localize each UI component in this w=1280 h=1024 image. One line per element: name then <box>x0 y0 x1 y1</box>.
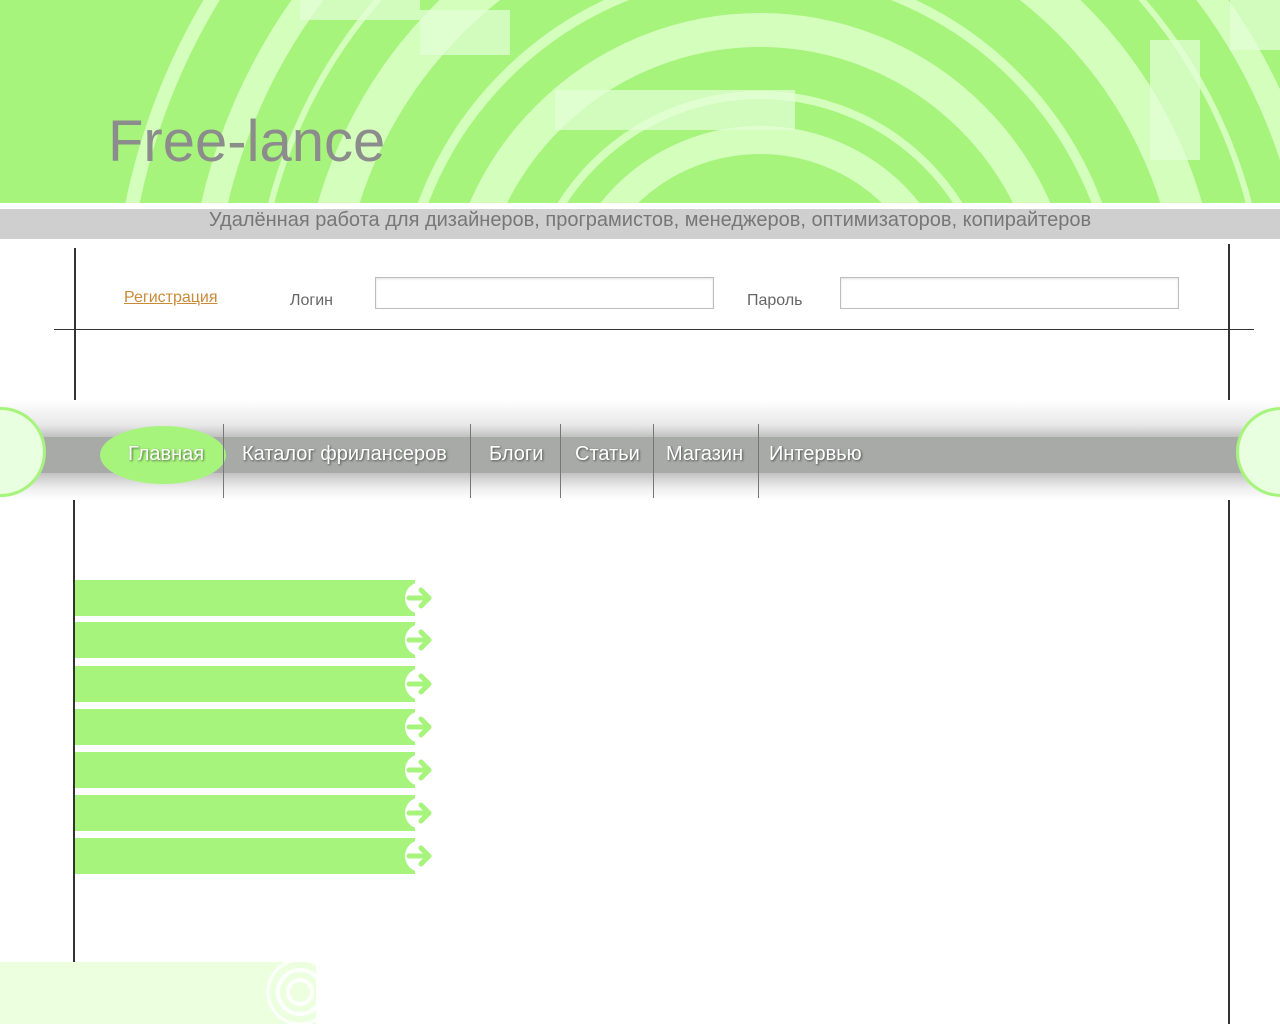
password-input[interactable] <box>840 277 1179 309</box>
frame-line-left-top <box>74 248 76 400</box>
footer-decoration <box>266 962 316 1024</box>
tagline: Удалённая работа для дизайнеров, програм… <box>208 209 1092 231</box>
nav-separator <box>470 424 471 498</box>
footer-block <box>0 962 316 1024</box>
arrow-right-icon[interactable] <box>404 753 438 787</box>
login-input[interactable] <box>375 277 714 309</box>
register-link[interactable]: Регистрация <box>124 289 218 307</box>
nav-item-shop[interactable]: Магазин <box>666 440 743 468</box>
side-menu-item-2[interactable] <box>75 622 415 658</box>
side-menu-item-6[interactable] <box>75 795 415 831</box>
nav-separator <box>223 424 224 498</box>
nav-item-blogs[interactable]: Блоги <box>489 440 543 468</box>
arrow-right-icon[interactable] <box>404 623 438 657</box>
frame-line-horizontal <box>54 329 1254 330</box>
arrow-right-icon[interactable] <box>404 710 438 744</box>
nav-item-articles[interactable]: Статьи <box>575 440 640 468</box>
side-menu-item-4[interactable] <box>75 709 415 745</box>
frame-line-right-bottom <box>1228 486 1230 1024</box>
nav-item-home[interactable]: Главная <box>128 440 204 468</box>
nav-item-interviews[interactable]: Интервью <box>769 440 862 468</box>
frame-line-right-top <box>1228 244 1230 402</box>
arrow-right-icon[interactable] <box>404 667 438 701</box>
header-banner: Free-lance <box>0 0 1280 205</box>
site-title[interactable]: Free-lance <box>108 108 385 175</box>
nav-separator <box>560 424 561 498</box>
password-label: Пароль <box>747 292 803 309</box>
side-menu-item-3[interactable] <box>75 666 415 702</box>
arrow-right-icon[interactable] <box>404 796 438 830</box>
side-menu-item-5[interactable] <box>75 752 415 788</box>
side-menu-item-1[interactable] <box>75 580 415 616</box>
arrow-right-icon[interactable] <box>404 581 438 615</box>
nav-separator <box>653 424 654 498</box>
login-label: Логин <box>290 292 334 309</box>
arrow-right-icon[interactable] <box>404 839 438 873</box>
nav-separator <box>758 424 759 498</box>
nav-item-freelancer-catalog[interactable]: Каталог фрилансеров <box>242 440 447 468</box>
tagline-bar: Удалённая работа для дизайнеров, програм… <box>0 209 1280 239</box>
side-menu-item-7[interactable] <box>75 838 415 874</box>
